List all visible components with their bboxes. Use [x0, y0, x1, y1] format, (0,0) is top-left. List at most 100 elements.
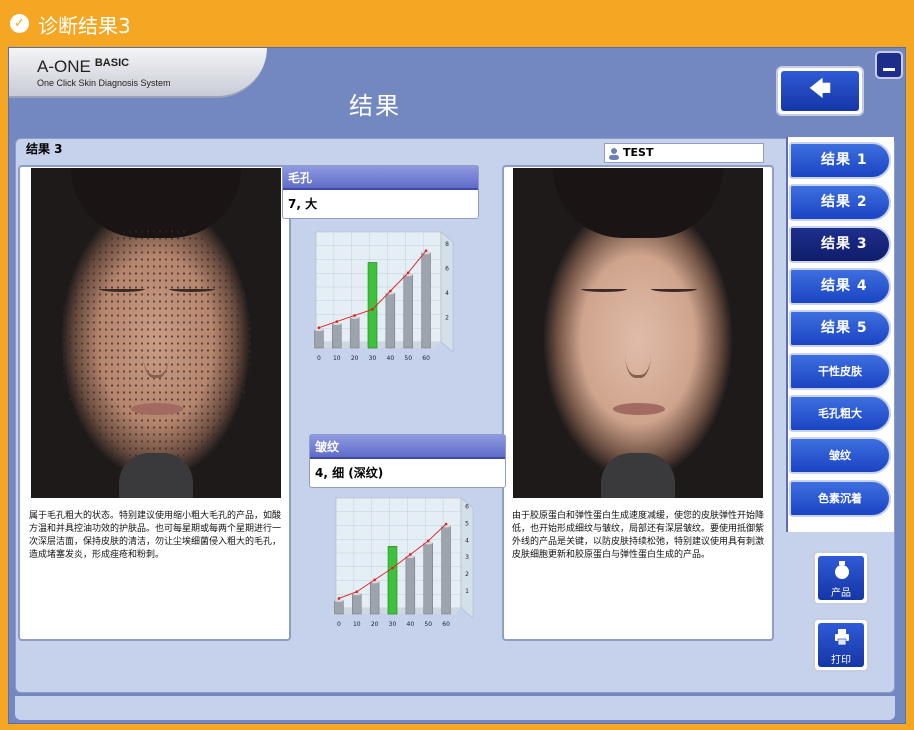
chart-x-tick: 30: [369, 355, 377, 362]
chart-y-tick: 5: [465, 520, 469, 527]
chart-highlight-bar: [367, 262, 378, 349]
wrinkle-metric-card: 皱纹 4, 细 (深纹): [309, 434, 506, 488]
chart-trend-point: [426, 539, 430, 543]
chart-trend-point: [409, 553, 412, 556]
chart-x-tick: 60: [422, 355, 430, 362]
chart-bar: [441, 525, 451, 615]
chart-x-tick: 40: [387, 355, 395, 362]
sidebar-item-1[interactable]: 结果 1: [789, 142, 891, 179]
sidebar-item-9[interactable]: 色素沉着: [789, 480, 891, 517]
chart-trend-point: [353, 314, 356, 317]
app-logo: A-ONE BASIC One Click Skin Diagnosis Syst…: [9, 48, 267, 98]
sidebar-item-label: 色素沉着: [818, 492, 862, 505]
chart-x-tick: 40: [407, 621, 415, 628]
pore-chart: 0 10 20 30 40 50 60 2 4 6 8: [310, 231, 454, 362]
chart-trend-point: [389, 289, 392, 293]
user-name: TEST: [623, 146, 654, 159]
pore-metric-title: 毛孔: [283, 166, 478, 190]
sidebar-item-label: 毛孔粗大: [818, 407, 862, 420]
check-circle-icon: ✓: [10, 14, 29, 33]
sidebar-item-5[interactable]: 结果 5: [789, 310, 891, 347]
user-icon: [609, 148, 619, 160]
chart-trend-point: [355, 590, 359, 593]
logo-edition: BASIC: [94, 57, 130, 69]
result-label: 结果 3: [26, 142, 63, 156]
printer-icon: [835, 629, 849, 646]
chart-y-tick: 6: [465, 503, 469, 510]
sidebar-item-label: 结果 4: [821, 278, 868, 294]
wrinkle-metric-value: 4, 细 (深纹): [315, 466, 384, 480]
chart-trend-point: [317, 326, 321, 329]
chart-x-tick: 50: [404, 355, 412, 362]
product-label: 产品: [831, 588, 851, 599]
chart-y-tick: 2: [445, 315, 449, 322]
chart-y-tick: 8: [445, 241, 449, 248]
product-bottle-icon: [835, 561, 849, 579]
back-button[interactable]: 🡄: [776, 66, 864, 116]
chart-trend-point: [371, 308, 374, 311]
pore-metric-card: 毛孔 7, 大: [282, 165, 479, 219]
window-titlebar: ✓ 诊断结果3: [0, 0, 914, 46]
chart-x-tick: 60: [442, 621, 450, 628]
chart-x-tick: 50: [424, 621, 432, 628]
page-title: 结果: [349, 92, 401, 120]
chart-x-tick: 20: [371, 621, 379, 628]
sidebar-item-label: 结果 1: [821, 152, 868, 168]
sidebar-item-8[interactable]: 皱纹: [789, 437, 891, 474]
pore-metric-value: 7, 大: [288, 197, 318, 211]
minimize-button[interactable]: [875, 51, 903, 79]
chart-x-tick: 0: [317, 355, 321, 362]
wrinkle-description: 由于胶原蛋白和弹性蛋白生成速度减缓，使您的皮肤弹性开始降低，也开始形成细纹与皱纹…: [512, 511, 765, 560]
sidebar-item-label: 结果 5: [821, 320, 868, 336]
sidebar-item-label: 皱纹: [829, 449, 851, 462]
chart-bar: [332, 323, 342, 349]
wrinkle-metric-title: 皱纹: [310, 435, 505, 459]
chart-trend-point: [391, 566, 394, 570]
chart-trend-point: [406, 271, 410, 274]
chart-highlight-bar: [387, 546, 398, 615]
sidebar-item-4[interactable]: 结果 4: [789, 268, 891, 305]
chart-bar: [352, 593, 362, 615]
chart-x-tick: 10: [333, 355, 341, 362]
chart-y-tick: 1: [465, 588, 469, 595]
chart-y-tick: 2: [465, 571, 469, 578]
chart-trend-point: [335, 320, 339, 323]
print-button[interactable]: 打印: [813, 618, 869, 672]
sidebar-item-label: 结果 2: [821, 194, 868, 210]
sidebar-item-label: 结果 3: [821, 236, 868, 252]
chart-bar: [403, 274, 413, 349]
chart-bar: [334, 600, 344, 615]
chart-trend-point: [424, 249, 428, 252]
print-label: 打印: [831, 655, 851, 666]
chart-bar: [421, 252, 431, 349]
chart-bar: [385, 292, 396, 349]
chart-y-tick: 6: [445, 266, 449, 273]
user-box: TEST: [604, 143, 764, 163]
chart-y-tick: 4: [445, 290, 449, 297]
wrinkle-chart: 0 10 20 30 40 50 60 1 2 3 4 5 6: [330, 497, 474, 628]
chart-trend-point: [337, 597, 341, 600]
chart-x-tick: 30: [389, 621, 397, 628]
chart-bar: [423, 542, 433, 615]
sidebar-item-2[interactable]: 结果 2: [789, 184, 891, 221]
sidebar-item-3[interactable]: 结果 3: [789, 226, 891, 263]
chart-y-tick: 4: [465, 537, 469, 544]
pore-description: 属于毛孔粗大的状态。特别建议使用缩小粗大毛孔的产品，如酸方温和并具控油功效的护肤…: [29, 511, 282, 560]
sidebar-item-6[interactable]: 干性皮肤: [789, 353, 891, 390]
chart-trend-point: [444, 522, 448, 526]
logo-tagline: One Click Skin Diagnosis System: [37, 78, 171, 88]
face-photo-pores: [31, 168, 281, 498]
back-arrow-icon: 🡄: [781, 71, 859, 111]
chart-x-tick: 0: [337, 621, 341, 628]
chart-y-tick: 3: [465, 554, 469, 561]
window-title: 诊断结果3: [38, 14, 131, 38]
chart-x-tick: 20: [351, 355, 359, 362]
product-button[interactable]: 产品: [813, 551, 869, 605]
sidebar-item-7[interactable]: 毛孔粗大: [789, 395, 891, 432]
sidebar-item-label: 干性皮肤: [818, 365, 862, 378]
chart-bar: [405, 556, 416, 615]
chart-bar: [349, 317, 360, 349]
bottom-strip: [15, 696, 895, 720]
logo-brand: A-ONE: [37, 57, 91, 76]
chart-x-tick: 10: [353, 621, 361, 628]
